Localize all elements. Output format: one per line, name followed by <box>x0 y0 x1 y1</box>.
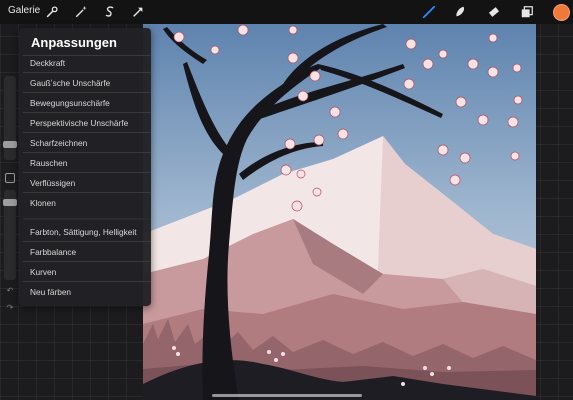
menu-item-hue-saturation-brightness[interactable]: Farbton, Sättigung, Helligkeit <box>30 223 150 241</box>
color-swatch[interactable] <box>553 4 570 21</box>
divider <box>23 172 151 173</box>
menu-item-noise[interactable]: Rauschen <box>30 154 150 172</box>
menu-item-clone[interactable]: Klonen <box>30 194 150 212</box>
modify-button[interactable] <box>5 173 15 183</box>
group-divider <box>23 218 151 220</box>
gallery-button[interactable]: Galerie <box>8 5 40 16</box>
divider <box>23 112 151 113</box>
menu-item-liquify[interactable]: Verflüssigen <box>30 174 150 192</box>
undo-icon[interactable]: ↶ <box>5 286 15 296</box>
wrench-icon[interactable] <box>44 4 60 20</box>
divider <box>23 281 151 282</box>
magic-wand-icon[interactable] <box>73 4 89 20</box>
artwork-canvas[interactable] <box>143 24 536 400</box>
smudge-icon[interactable] <box>452 4 468 20</box>
opacity-slider[interactable] <box>3 190 17 280</box>
brush-icon[interactable] <box>421 4 437 20</box>
menu-item-opacity[interactable]: Deckkraft <box>30 54 150 72</box>
menu-item-curves[interactable]: Kurven <box>30 263 150 281</box>
menu-item-recolor[interactable]: Neu färben <box>30 283 150 301</box>
panel-title: Anpassungen <box>31 35 117 50</box>
selection-icon[interactable] <box>102 4 118 20</box>
menu-item-sharpen[interactable]: Scharfzeichnen <box>30 134 150 152</box>
transform-arrow-icon[interactable] <box>130 4 146 20</box>
eraser-icon[interactable] <box>486 4 502 20</box>
opacity-thumb[interactable] <box>3 199 17 206</box>
layers-icon[interactable] <box>519 4 535 20</box>
divider <box>23 241 151 242</box>
divider <box>23 192 151 193</box>
divider <box>23 132 151 133</box>
menu-item-gaussian-blur[interactable]: Gaußʼsche Unschärfe <box>30 74 150 92</box>
menu-item-motion-blur[interactable]: Bewegungsunschärfe <box>30 94 150 112</box>
divider <box>23 261 151 262</box>
home-indicator <box>212 394 362 397</box>
divider <box>23 152 151 153</box>
brush-size-thumb[interactable] <box>3 141 17 148</box>
redo-icon[interactable]: ↷ <box>5 303 15 313</box>
menu-item-color-balance[interactable]: Farbbalance <box>30 243 150 261</box>
top-toolbar: Galerie <box>0 0 573 24</box>
adjustments-panel: Anpassungen Deckkraft Gaußʼsche Unschärf… <box>19 28 151 306</box>
divider <box>23 72 151 73</box>
menu-item-perspective-blur[interactable]: Perspektivische Unschärfe <box>30 114 150 132</box>
brush-size-slider[interactable] <box>3 76 17 160</box>
divider <box>23 92 151 93</box>
